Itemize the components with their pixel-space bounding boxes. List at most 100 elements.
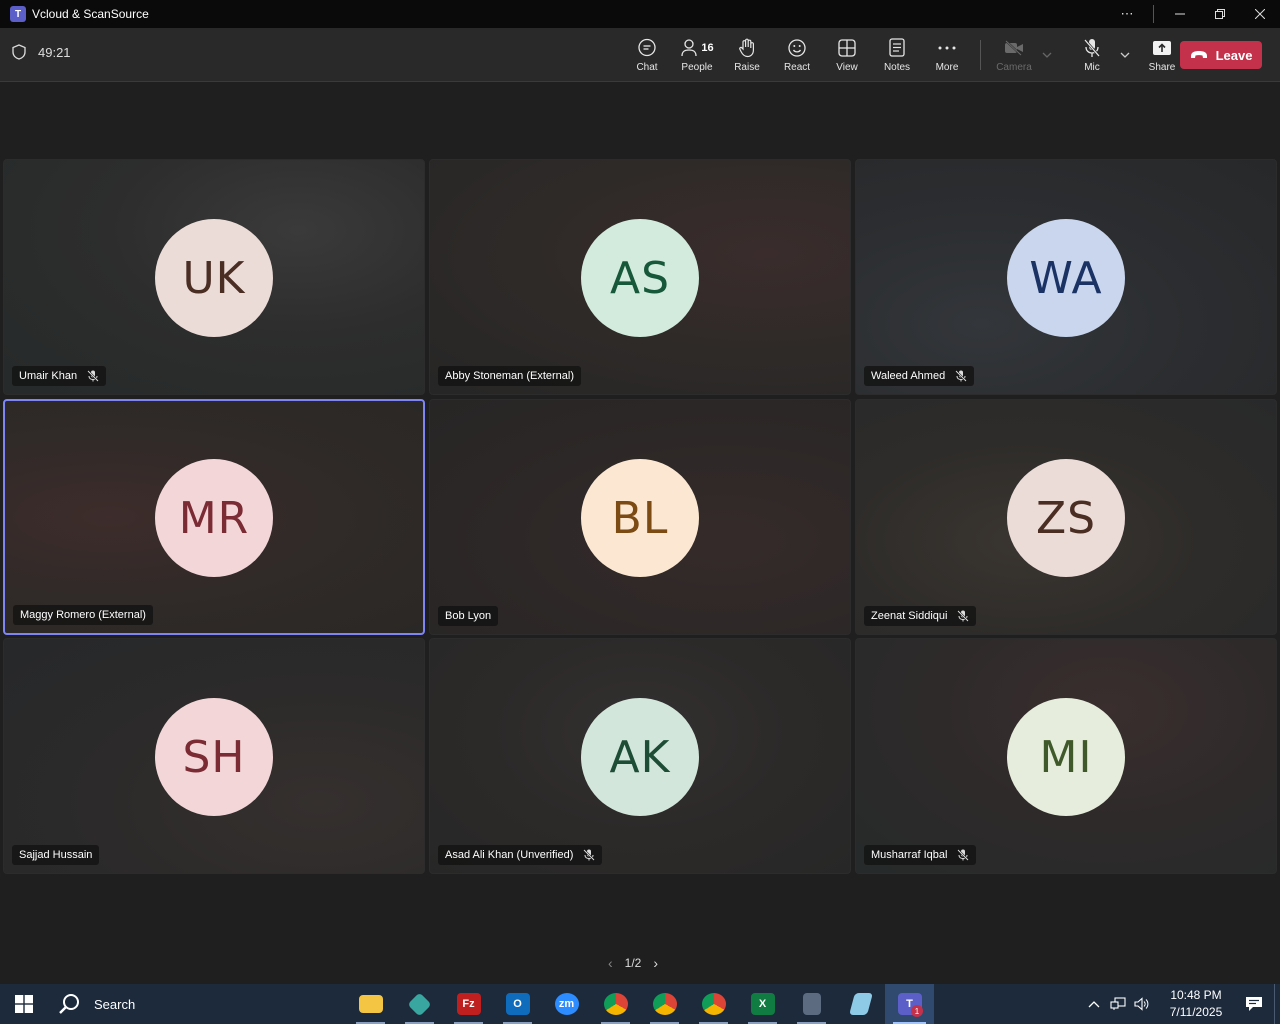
participant-tile[interactable]: ZS Zeenat Siddiqui [855, 399, 1277, 635]
calculator-icon[interactable] [787, 984, 836, 1024]
notes-icon [889, 38, 905, 58]
close-button[interactable] [1240, 0, 1280, 28]
mic-button[interactable]: Mic [1067, 28, 1117, 82]
participant-tile[interactable]: WA Waleed Ahmed [855, 159, 1277, 395]
taskbar-search[interactable]: Search [58, 984, 135, 1024]
avatar: MR [155, 459, 273, 577]
taskbar-apps: Fz O zm X T 1 [346, 984, 934, 1024]
participant-name: Maggy Romero (External) [20, 609, 146, 621]
participant-name-tag: Musharraf Iqbal [864, 845, 977, 865]
people-count: 16 [701, 41, 714, 54]
minimize-button[interactable] [1160, 0, 1200, 28]
restore-button[interactable] [1200, 0, 1240, 28]
mic-muted-icon [583, 849, 596, 861]
system-tray: 10:48 PM 7/11/2025 [1082, 984, 1280, 1024]
page-indicator: 1/2 [624, 956, 642, 970]
participant-name-tag: Waleed Ahmed [864, 366, 975, 386]
notes-button[interactable]: Notes [872, 28, 922, 82]
avatar: ZS [1007, 459, 1125, 577]
raise-hand-button[interactable]: Raise [722, 28, 772, 82]
notes-label: Notes [883, 61, 911, 73]
more-label: More [935, 61, 959, 73]
camera-off-icon [1004, 38, 1024, 58]
participant-name: Bob Lyon [445, 610, 492, 622]
people-label: People [681, 61, 713, 73]
mic-muted-icon [957, 610, 970, 622]
participant-name-tag: Bob Lyon [438, 606, 499, 626]
title-bar: T Vcloud & ScanSource ⋯ [0, 0, 1280, 28]
notifications-icon[interactable] [1234, 996, 1274, 1012]
camera-button[interactable]: Camera [989, 28, 1039, 82]
teams-logo-icon: T [10, 6, 26, 22]
leave-label: Leave [1215, 47, 1253, 63]
more-button[interactable]: More [922, 28, 972, 82]
participant-name: Asad Ali Khan (Unverified) [445, 849, 574, 861]
timer-text: 49:21 [38, 44, 71, 60]
shield-icon [12, 44, 26, 60]
participant-tile[interactable]: UK Umair Khan [3, 159, 425, 395]
clock-time: 10:48 PM [1170, 988, 1222, 1002]
raise-label: Raise [734, 61, 760, 73]
notification-badge: 1 [911, 1005, 923, 1017]
more-options-icon[interactable]: ⋯ [1107, 0, 1147, 28]
clock[interactable]: 10:48 PM 7/11/2025 [1158, 987, 1234, 1021]
camera-options-chevron-icon[interactable] [1039, 28, 1055, 82]
chat-button[interactable]: Chat [622, 28, 672, 82]
windows-taskbar: Search Fz O zm X T 1 10:48 PM 7/11/2025 [0, 984, 1280, 1024]
chrome-icon[interactable] [591, 984, 640, 1024]
chrome-profile-2-icon[interactable] [640, 984, 689, 1024]
avatar: WA [1007, 219, 1125, 337]
excel-icon[interactable]: X [738, 984, 787, 1024]
avatar: AS [581, 219, 699, 337]
show-desktop-button[interactable] [1274, 984, 1280, 1024]
participant-tile[interactable]: SH Sajjad Hussain [3, 638, 425, 874]
divider [1153, 5, 1154, 23]
participant-name: Waleed Ahmed [871, 370, 946, 382]
participant-tile-active-speaker[interactable]: MR Maggy Romero (External) [3, 399, 425, 635]
participant-tile[interactable]: BL Bob Lyon [429, 399, 851, 635]
react-button[interactable]: React [772, 28, 822, 82]
chevron-up-icon[interactable] [1082, 1000, 1106, 1008]
participant-name: Sajjad Hussain [19, 849, 93, 861]
meeting-timer: 49:21 [12, 44, 71, 60]
window-title: Vcloud & ScanSource [32, 7, 149, 21]
zoom-icon[interactable]: zm [542, 984, 591, 1024]
toolbar-divider [980, 40, 981, 70]
avatar: AK [581, 698, 699, 816]
phone-hangup-icon [1190, 51, 1207, 58]
filezilla-icon[interactable]: Fz [444, 984, 493, 1024]
volume-icon[interactable] [1130, 997, 1154, 1011]
outlook-icon[interactable]: O [493, 984, 542, 1024]
participant-name: Musharraf Iqbal [871, 849, 948, 861]
react-label: React [783, 61, 811, 73]
clock-date: 7/11/2025 [1169, 1005, 1223, 1019]
chrome-profile-3-icon[interactable] [689, 984, 738, 1024]
file-explorer-icon[interactable] [346, 984, 395, 1024]
teams-icon[interactable]: T 1 [885, 984, 934, 1024]
leave-button[interactable]: Leave [1180, 41, 1262, 69]
participant-name-tag: Sajjad Hussain [12, 845, 100, 865]
next-page-chevron-icon[interactable]: › [653, 955, 658, 971]
participant-name-tag: Umair Khan [12, 366, 107, 386]
people-button[interactable]: 16 People [672, 28, 722, 82]
participant-tile[interactable]: AS Abby Stoneman (External) [429, 159, 851, 395]
mic-options-chevron-icon[interactable] [1117, 28, 1133, 82]
avatar: BL [581, 459, 699, 577]
app-diamond-icon[interactable] [395, 984, 444, 1024]
network-icon[interactable] [1106, 997, 1130, 1011]
smiley-icon [787, 38, 807, 58]
chat-label: Chat [636, 61, 658, 73]
mic-off-icon [1083, 38, 1101, 58]
camera-label: Camera [996, 61, 1032, 73]
participant-name-tag: Maggy Romero (External) [13, 605, 153, 625]
search-label: Search [94, 996, 136, 1012]
view-label: View [836, 61, 858, 73]
participant-name: Zeenat Siddiqui [871, 610, 948, 622]
notepad-icon[interactable] [836, 984, 885, 1024]
windows-start-icon[interactable] [0, 984, 48, 1024]
participant-tile[interactable]: AK Asad Ali Khan (Unverified) [429, 638, 851, 874]
view-button[interactable]: View [822, 28, 872, 82]
participant-name-tag: Zeenat Siddiqui [864, 606, 977, 626]
previous-page-chevron-icon[interactable]: ‹ [608, 955, 613, 971]
participant-tile[interactable]: MI Musharraf Iqbal [855, 638, 1277, 874]
